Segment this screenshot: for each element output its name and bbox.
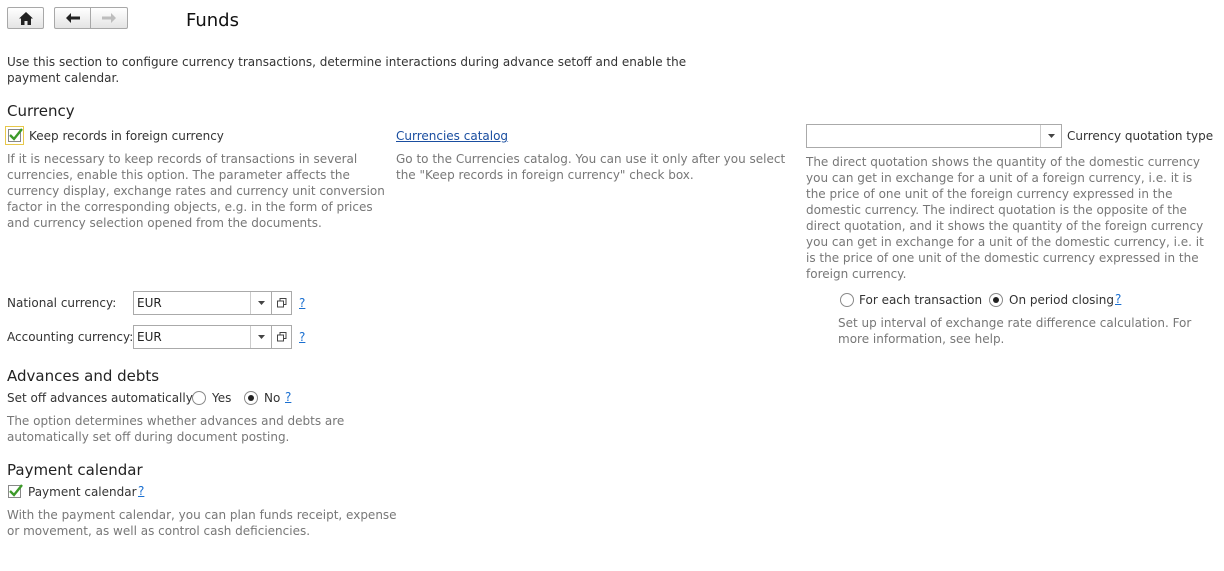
radio-setoff-no[interactable] (244, 391, 258, 405)
accounting-currency-value: EUR (137, 330, 162, 344)
national-currency-field[interactable]: EUR (133, 291, 272, 315)
quotation-type-select[interactable] (806, 124, 1062, 148)
national-currency-value: EUR (137, 296, 162, 310)
currencies-catalog-link[interactable]: Currencies catalog (396, 129, 508, 143)
advances-hint: The option determines whether advances a… (7, 414, 345, 444)
national-currency-dropdown[interactable] (250, 292, 271, 314)
option-period-closing-label[interactable]: On period closing (1009, 293, 1114, 307)
radio-setoff-yes[interactable] (192, 391, 206, 405)
home-button[interactable] (7, 7, 44, 29)
checkmark-icon (9, 128, 23, 141)
setoff-yes-label[interactable]: Yes (212, 391, 231, 405)
accounting-currency-dropdown[interactable] (250, 326, 271, 348)
payment-calendar-hint: With the payment calendar, you can plan … (7, 508, 397, 538)
chevron-down-icon (1047, 134, 1055, 138)
arrow-right-icon (102, 13, 116, 23)
section-currency: Currency (7, 102, 75, 120)
setoff-no-label[interactable]: No (264, 391, 280, 405)
payment-calendar-label[interactable]: Payment calendar (28, 485, 137, 499)
accounting-currency-help[interactable]: ? (299, 330, 305, 344)
setoff-label: Set off advances automatically: (7, 391, 196, 405)
catalog-hint: Go to the Currencies catalog. You can us… (396, 152, 786, 182)
keep-records-hint: If it is necessary to keep records of tr… (7, 152, 385, 230)
period-option-help[interactable]: ? (1115, 292, 1121, 306)
keep-records-checkbox[interactable] (8, 128, 23, 142)
national-currency-open-button[interactable] (272, 291, 292, 315)
open-window-icon (276, 332, 286, 342)
accounting-currency-field[interactable]: EUR (133, 325, 272, 349)
checkmark-icon (9, 484, 23, 497)
payment-calendar-help[interactable]: ? (138, 484, 144, 498)
radio-period-closing[interactable] (989, 293, 1003, 307)
option-each-transaction-label[interactable]: For each transaction (859, 293, 982, 307)
home-icon (18, 11, 33, 25)
arrow-left-icon (65, 13, 80, 23)
setoff-help[interactable]: ? (285, 390, 291, 404)
radio-selected-dot (248, 395, 254, 401)
radio-each-transaction[interactable] (840, 293, 854, 307)
national-currency-help[interactable]: ? (299, 296, 305, 310)
open-window-icon (276, 298, 286, 308)
quotation-type-label: Currency quotation type (1067, 129, 1214, 143)
payment-calendar-checkbox[interactable] (8, 484, 23, 498)
section-advances: Advances and debts (7, 367, 160, 385)
interval-hint: Set up interval of exchange rate differe… (838, 316, 1192, 346)
section-payment-calendar: Payment calendar (7, 461, 143, 479)
chevron-down-icon (257, 301, 265, 305)
chevron-down-icon (257, 335, 265, 339)
quotation-hint: The direct quotation shows the quantity … (806, 155, 1204, 281)
forward-button[interactable] (90, 7, 128, 29)
national-currency-label: National currency: (7, 296, 117, 310)
page-title: Funds (186, 10, 239, 31)
intro-text: Use this section to configure currency t… (7, 55, 687, 85)
keep-records-label[interactable]: Keep records in foreign currency (29, 129, 224, 143)
back-button[interactable] (54, 7, 91, 29)
accounting-currency-label: Accounting currency: (7, 330, 134, 344)
radio-selected-dot (993, 297, 999, 303)
quotation-dropdown-button[interactable] (1040, 125, 1061, 147)
accounting-currency-open-button[interactable] (272, 325, 292, 349)
